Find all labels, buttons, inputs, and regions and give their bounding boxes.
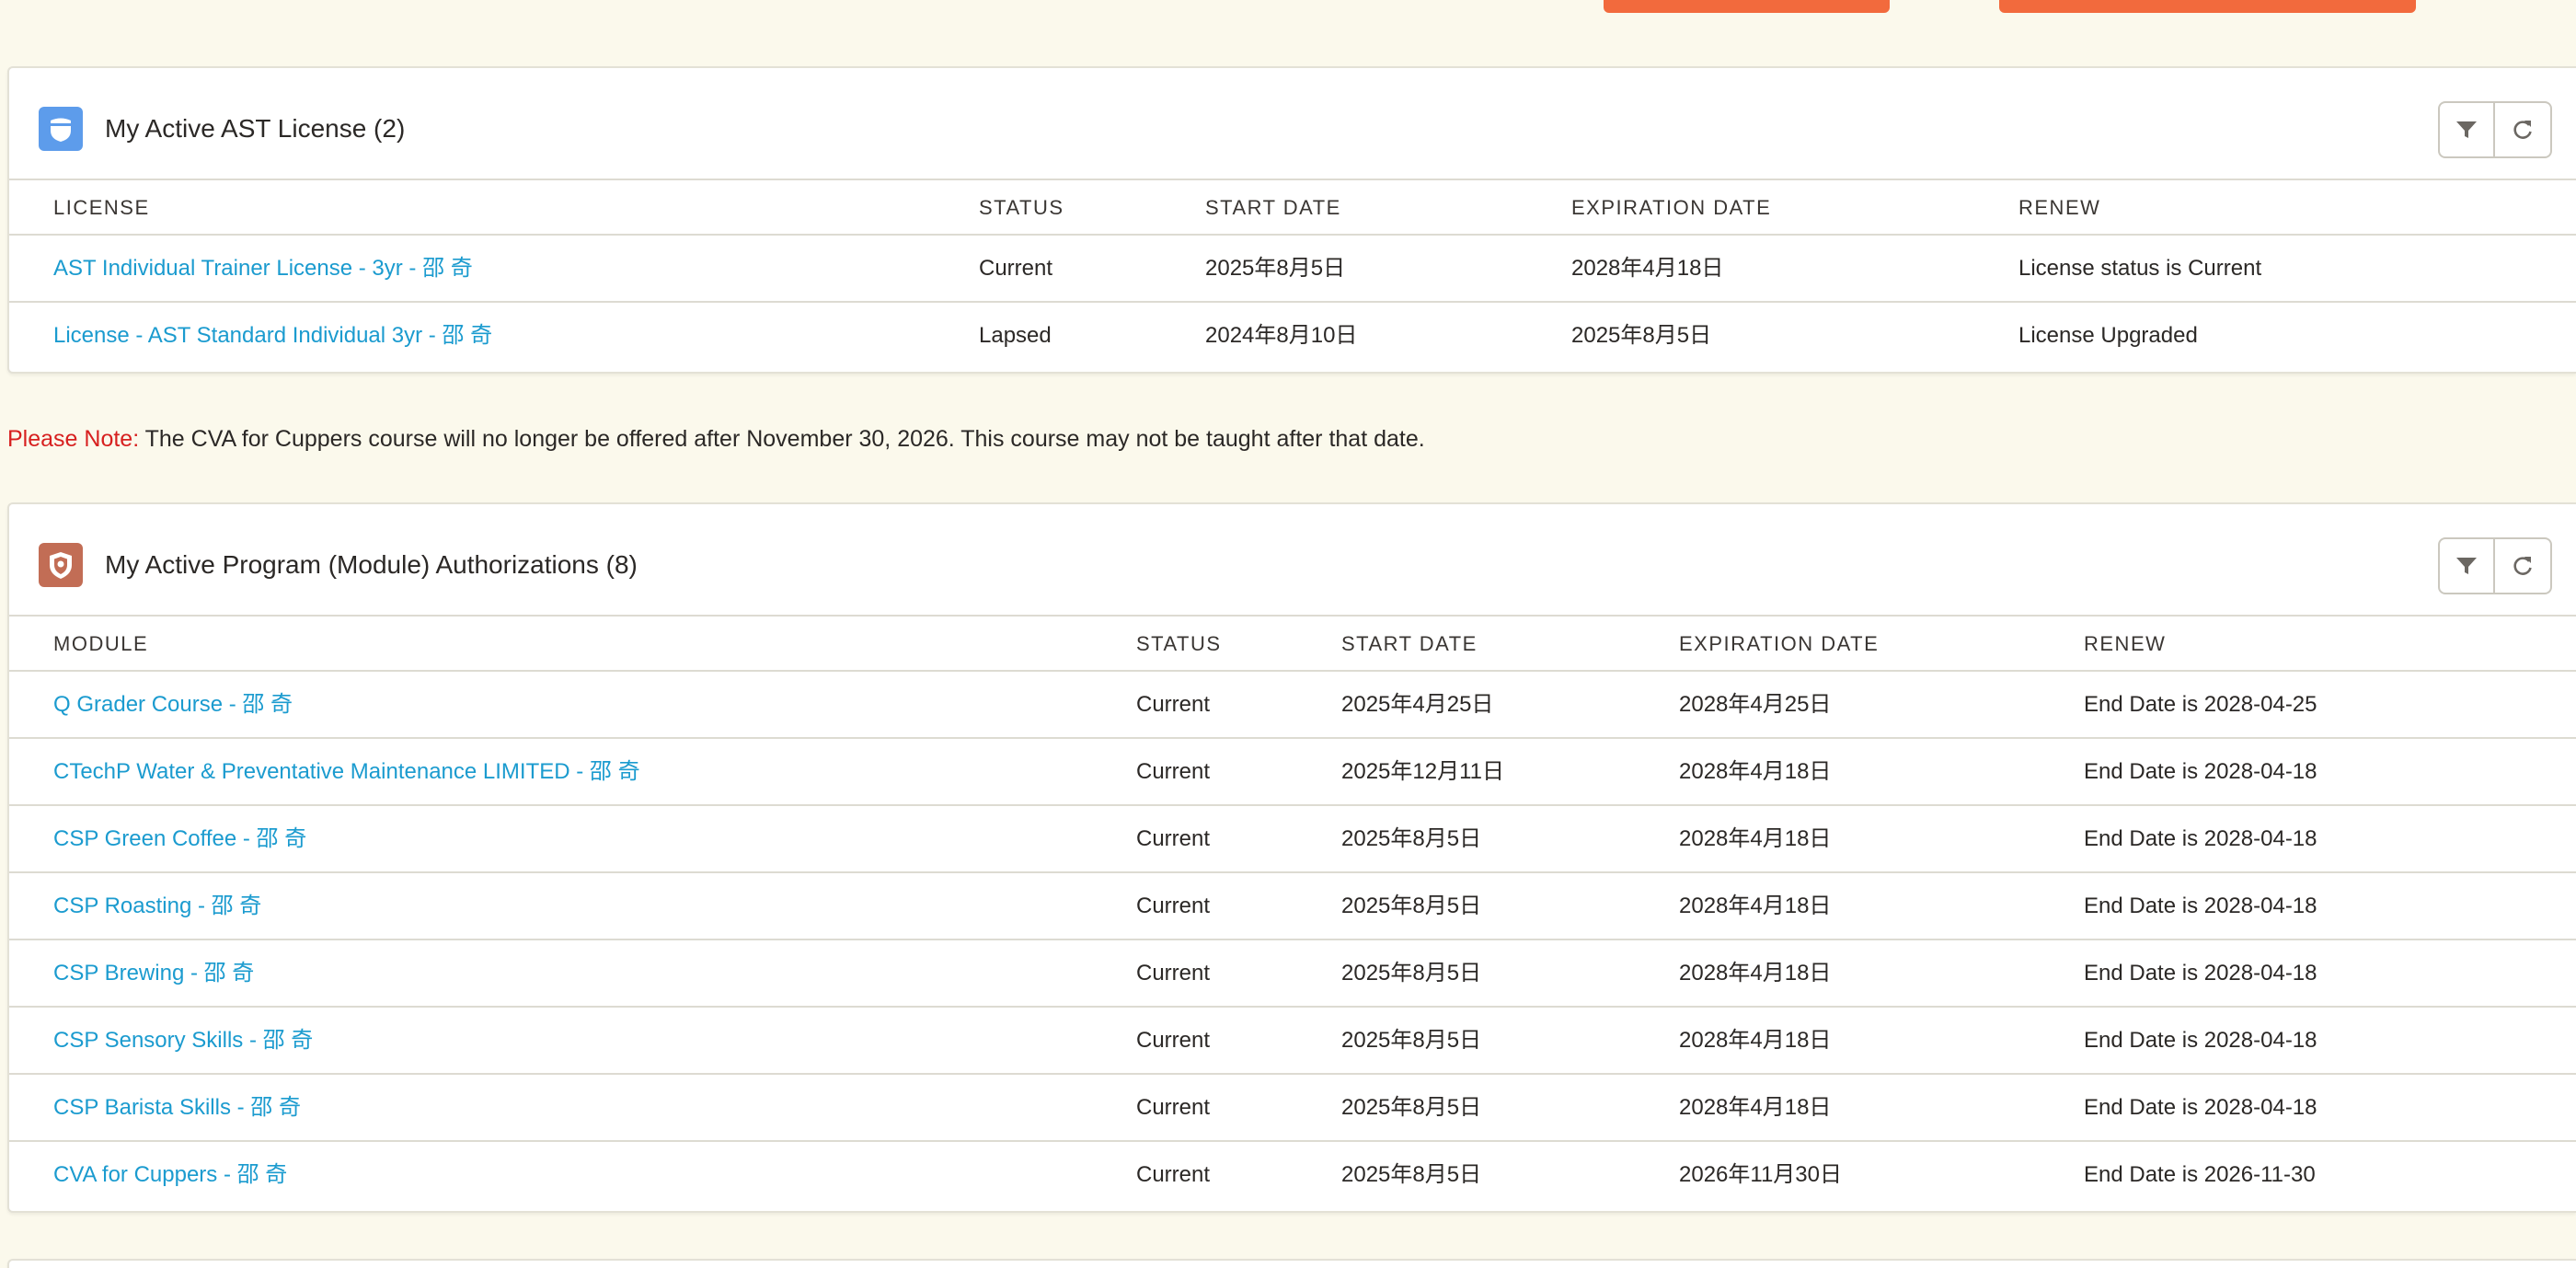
renew-cell: End Date is 2028-04-18	[2084, 1028, 2317, 1053]
start-date-cell: 2025年8月5日	[1341, 826, 1482, 851]
column-module[interactable]: MODULE	[53, 617, 148, 672]
filter-icon	[2456, 121, 2477, 138]
status-cell: Current	[1136, 1162, 1211, 1187]
license-card-header: My Active AST License (2)	[9, 68, 2576, 180]
status-cell: Current	[1136, 893, 1211, 918]
module-card: My Active Program (Module) Authorization…	[7, 502, 2576, 1213]
renew-cell: End Date is 2026-11-30	[2084, 1162, 2316, 1187]
license-link[interactable]: AST Individual Trainer License - 3yr - 邵…	[53, 236, 473, 301]
column-start-date[interactable]: START DATE	[1205, 180, 1341, 236]
column-expiration-date[interactable]: EXPIRATION DATE	[1571, 180, 1771, 236]
refresh-icon	[2513, 121, 2532, 139]
module-link[interactable]: CSP Sensory Skills - 邵 奇	[53, 1008, 313, 1073]
status-cell: Current	[1136, 692, 1211, 717]
table-row: License - AST Standard Individual 3yr - …	[9, 303, 2576, 370]
license-table-header: LICENSE STATUS START DATE EXPIRATION DAT…	[9, 180, 2576, 236]
start-date-cell: 2025年8月5日	[1205, 256, 1346, 281]
expiration-date-cell: 2028年4月18日	[1679, 893, 1832, 918]
status-cell: Current	[1136, 1028, 1211, 1053]
refresh-icon	[2513, 557, 2532, 575]
column-start-date[interactable]: START DATE	[1341, 617, 1478, 672]
license-table-body: AST Individual Trainer License - 3yr - 邵…	[9, 236, 2576, 370]
start-date-cell: 2025年8月5日	[1341, 1095, 1482, 1120]
table-row: CSP Green Coffee - 邵 奇 Current 2025年8月5日…	[9, 806, 2576, 873]
shield-badge-icon	[39, 107, 83, 151]
status-cell: Current	[1136, 759, 1211, 784]
filter-icon	[2456, 558, 2477, 574]
expiration-date-cell: 2028年4月18日	[1571, 256, 1724, 281]
module-table-body: Q Grader Course - 邵 奇 Current 2025年4月25日…	[9, 672, 2576, 1209]
status-cell: Lapsed	[979, 323, 1052, 348]
expiration-date-cell: 2028年4月25日	[1679, 692, 1832, 717]
start-date-cell: 2024年8月10日	[1205, 323, 1358, 348]
renew-cell: License Upgraded	[2018, 323, 2198, 348]
license-card: My Active AST License (2) LICENSE STATUS…	[7, 66, 2576, 374]
filter-button[interactable]	[2438, 537, 2495, 594]
next-card	[7, 1259, 2576, 1268]
start-date-cell: 2025年4月25日	[1341, 692, 1494, 717]
renew-cell: End Date is 2028-04-18	[2084, 1095, 2317, 1120]
module-link[interactable]: Q Grader Course - 邵 奇	[53, 672, 293, 737]
module-link[interactable]: CTechP Water & Preventative Maintenance …	[53, 739, 640, 804]
status-cell: Current	[1136, 961, 1211, 986]
license-card-actions	[2438, 101, 2552, 158]
start-date-cell: 2025年12月11日	[1341, 759, 1504, 784]
refresh-button[interactable]	[2495, 537, 2552, 594]
table-row: CSP Barista Skills - 邵 奇 Current 2025年8月…	[9, 1075, 2576, 1142]
module-card-title: My Active Program (Module) Authorization…	[105, 550, 638, 579]
top-action-button-1[interactable]	[1604, 0, 1890, 13]
note-text: The CVA for Cuppers course will no longe…	[139, 426, 1425, 452]
module-table-header: MODULE STATUS START DATE EXPIRATION DATE…	[9, 617, 2576, 672]
table-row: CTechP Water & Preventative Maintenance …	[9, 739, 2576, 806]
table-row: Q Grader Course - 邵 奇 Current 2025年4月25日…	[9, 672, 2576, 739]
status-cell: Current	[1136, 1095, 1211, 1120]
start-date-cell: 2025年8月5日	[1341, 1028, 1482, 1053]
module-link[interactable]: CSP Barista Skills - 邵 奇	[53, 1075, 301, 1140]
renew-cell: End Date is 2028-04-18	[2084, 826, 2317, 851]
table-row: CSP Brewing - 邵 奇 Current 2025年8月5日 2028…	[9, 940, 2576, 1008]
start-date-cell: 2025年8月5日	[1341, 1162, 1482, 1187]
expiration-date-cell: 2026年11月30日	[1679, 1162, 1842, 1187]
status-cell: Current	[1136, 826, 1211, 851]
top-action-button-2[interactable]	[1999, 0, 2416, 13]
renew-cell: License status is Current	[2018, 256, 2262, 281]
table-row: CSP Roasting - 邵 奇 Current 2025年8月5日 202…	[9, 873, 2576, 940]
table-row: CSP Sensory Skills - 邵 奇 Current 2025年8月…	[9, 1008, 2576, 1075]
column-renew[interactable]: RENEW	[2018, 180, 2100, 236]
module-link[interactable]: CSP Brewing - 邵 奇	[53, 940, 254, 1006]
note-label: Please Note:	[7, 426, 140, 452]
expiration-date-cell: 2028年4月18日	[1679, 1095, 1832, 1120]
expiration-date-cell: 2028年4月18日	[1679, 961, 1832, 986]
module-link[interactable]: CVA for Cuppers - 邵 奇	[53, 1142, 287, 1207]
renew-cell: End Date is 2028-04-18	[2084, 961, 2317, 986]
table-row: CVA for Cuppers - 邵 奇 Current 2025年8月5日 …	[9, 1142, 2576, 1209]
column-status[interactable]: STATUS	[1136, 617, 1222, 672]
start-date-cell: 2025年8月5日	[1341, 961, 1482, 986]
expiration-date-cell: 2028年4月18日	[1679, 826, 1832, 851]
expiration-date-cell: 2028年4月18日	[1679, 1028, 1832, 1053]
status-cell: Current	[979, 256, 1053, 281]
module-card-header: My Active Program (Module) Authorization…	[9, 504, 2576, 617]
column-expiration-date[interactable]: EXPIRATION DATE	[1679, 617, 1879, 672]
column-status[interactable]: STATUS	[979, 180, 1064, 236]
shield-award-icon	[39, 543, 83, 587]
module-link[interactable]: CSP Green Coffee - 邵 奇	[53, 806, 306, 871]
renew-cell: End Date is 2028-04-18	[2084, 759, 2317, 784]
column-renew[interactable]: RENEW	[2084, 617, 2166, 672]
expiration-date-cell: 2025年8月5日	[1571, 323, 1712, 348]
filter-button[interactable]	[2438, 101, 2495, 158]
module-link[interactable]: CSP Roasting - 邵 奇	[53, 873, 261, 939]
column-license[interactable]: LICENSE	[53, 180, 150, 236]
license-card-title: My Active AST License (2)	[105, 114, 406, 143]
refresh-button[interactable]	[2495, 101, 2552, 158]
expiration-date-cell: 2028年4月18日	[1679, 759, 1832, 784]
start-date-cell: 2025年8月5日	[1341, 893, 1482, 918]
course-note: Please Note: The CVA for Cuppers course …	[7, 423, 1425, 455]
module-card-actions	[2438, 537, 2552, 594]
renew-cell: End Date is 2028-04-25	[2084, 692, 2317, 717]
table-row: AST Individual Trainer License - 3yr - 邵…	[9, 236, 2576, 303]
renew-cell: End Date is 2028-04-18	[2084, 893, 2317, 918]
license-link[interactable]: License - AST Standard Individual 3yr - …	[53, 303, 492, 368]
